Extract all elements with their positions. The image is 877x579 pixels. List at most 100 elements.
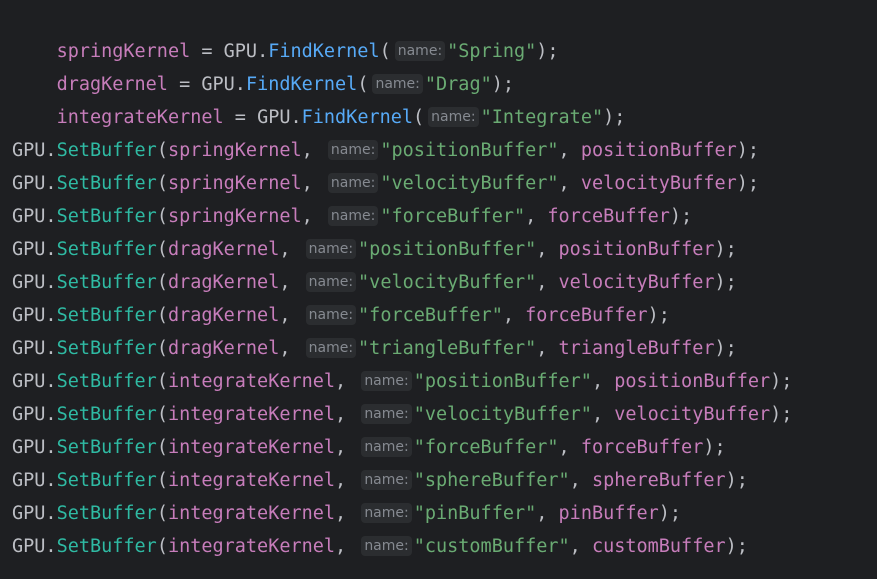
class-name: GPU [12, 437, 46, 458]
code-line[interactable]: GPU.SetBuffer(integrateKernel, name: "pos… [12, 365, 877, 398]
method-name: FindKernel [301, 107, 414, 128]
comma: , [536, 272, 559, 293]
class-name: GPU [223, 41, 258, 62]
string-literal: "velocityBuffer" [380, 173, 559, 194]
string-literal: "positionBuffer" [380, 140, 559, 161]
comma: , [525, 206, 548, 227]
buffer-argument: forceBuffer [525, 305, 648, 326]
dot: . [45, 536, 57, 557]
code-line[interactable]: GPU.SetBuffer(integrateKernel, name: "sph… [12, 464, 877, 497]
code-line[interactable]: GPU.SetBuffer(springKernel, name: "forceB… [12, 200, 877, 233]
code-line[interactable]: GPU.SetBuffer(dragKernel, name: "velocity… [12, 266, 877, 299]
dot: . [45, 239, 57, 260]
class-name: GPU [201, 74, 235, 95]
code-line[interactable]: GPU.SetBuffer(dragKernel, name: "position… [12, 233, 877, 266]
buffer-argument: velocityBuffer [614, 404, 771, 425]
buffer-argument: customBuffer [591, 536, 726, 557]
comma: , [279, 239, 302, 260]
code-line[interactable]: springKernel = GPU.FindKernel(name: "Spri… [12, 2, 877, 62]
variable-name: dragKernel [56, 74, 168, 95]
comma: , [335, 536, 358, 557]
close-paren: ); [770, 404, 793, 425]
string-literal: "forceBuffer" [413, 437, 559, 458]
open-paren: ( [357, 74, 369, 95]
dot: . [45, 206, 57, 227]
close-paren: ); [647, 305, 670, 326]
method-name: SetBuffer [56, 470, 157, 491]
kernel-argument: integrateKernel [167, 536, 336, 557]
string-literal: "velocityBuffer" [413, 404, 592, 425]
string-literal: "forceBuffer" [380, 206, 526, 227]
kernel-argument: dragKernel [167, 272, 280, 293]
close-paren: ); [703, 437, 726, 458]
open-paren: ( [156, 437, 168, 458]
method-name: SetBuffer [56, 404, 157, 425]
dot: . [45, 371, 57, 392]
code-line[interactable]: GPU.SetBuffer(dragKernel, name: "forceBuf… [12, 299, 877, 332]
method-name: SetBuffer [56, 371, 157, 392]
string-literal: "Integrate" [480, 107, 604, 128]
comma: , [279, 272, 302, 293]
class-name: GPU [12, 206, 46, 227]
string-literal: "velocityBuffer" [358, 272, 537, 293]
open-paren: ( [156, 503, 168, 524]
method-name: SetBuffer [56, 536, 157, 557]
close-paren: ); [714, 239, 737, 260]
parameter-hint: name: [327, 173, 379, 193]
comma: , [335, 437, 358, 458]
code-line[interactable]: GPU.SetBuffer(springKernel, name: "veloci… [12, 167, 877, 200]
code-line[interactable]: GPU.SetBuffer(integrateKernel, name: "pin… [12, 497, 877, 530]
open-paren: ( [156, 404, 168, 425]
code-line[interactable]: GPU.SetBuffer(dragKernel, name: "triangle… [12, 332, 877, 365]
comma: , [301, 173, 324, 194]
comma: , [569, 470, 592, 491]
parameter-hint: name: [327, 206, 379, 226]
buffer-argument: positionBuffer [558, 239, 715, 260]
comma: , [301, 206, 324, 227]
comma: , [335, 371, 358, 392]
parameter-hint: name: [428, 107, 479, 127]
parameter-hint: name: [327, 140, 379, 160]
comma: , [335, 470, 358, 491]
comma: , [279, 305, 302, 326]
class-name: GPU [12, 239, 46, 260]
buffer-argument: positionBuffer [614, 371, 771, 392]
buffer-argument: velocityBuffer [558, 272, 715, 293]
class-name: GPU [12, 140, 46, 161]
open-paren: ( [156, 173, 168, 194]
string-literal: "positionBuffer" [413, 371, 592, 392]
class-name: GPU [12, 503, 46, 524]
operator: = [167, 74, 202, 95]
parameter-hint: name: [361, 371, 412, 391]
method-name: SetBuffer [56, 503, 157, 524]
parameter-hint: name: [361, 536, 412, 556]
parameter-hint: name: [372, 74, 423, 94]
open-paren: ( [379, 41, 391, 62]
string-literal: "Drag" [424, 74, 492, 95]
kernel-argument: dragKernel [167, 305, 280, 326]
comma: , [558, 437, 581, 458]
open-paren: ( [156, 140, 168, 161]
close-paren: ); [725, 536, 748, 557]
code-editor[interactable]: springKernel = GPU.FindKernel(name: "Spri… [0, 0, 877, 579]
method-name: SetBuffer [56, 173, 157, 194]
buffer-argument: forceBuffer [580, 437, 704, 458]
code-line[interactable]: GPU.SetBuffer(springKernel, name: "positi… [12, 134, 877, 167]
operator: = [190, 41, 224, 62]
buffer-argument: triangleBuffer [558, 338, 715, 359]
method-name: SetBuffer [56, 437, 157, 458]
close-paren: ); [714, 338, 737, 359]
comma: , [558, 173, 581, 194]
comma: , [502, 305, 526, 326]
method-name: SetBuffer [56, 140, 157, 161]
class-name: GPU [12, 338, 46, 359]
class-name: GPU [12, 404, 46, 425]
parameter-hint: name: [305, 239, 357, 259]
code-line[interactable]: GPU.SetBuffer(integrateKernel, name: "for… [12, 431, 877, 464]
code-line[interactable]: GPU.SetBuffer(integrateKernel, name: "vel… [12, 398, 877, 431]
comma: , [279, 338, 302, 359]
parameter-hint: name: [305, 272, 357, 292]
buffer-argument: sphereBuffer [591, 470, 726, 491]
code-line[interactable]: GPU.SetBuffer(integrateKernel, name: "cus… [12, 530, 877, 563]
string-literal: "pinBuffer" [413, 503, 537, 524]
